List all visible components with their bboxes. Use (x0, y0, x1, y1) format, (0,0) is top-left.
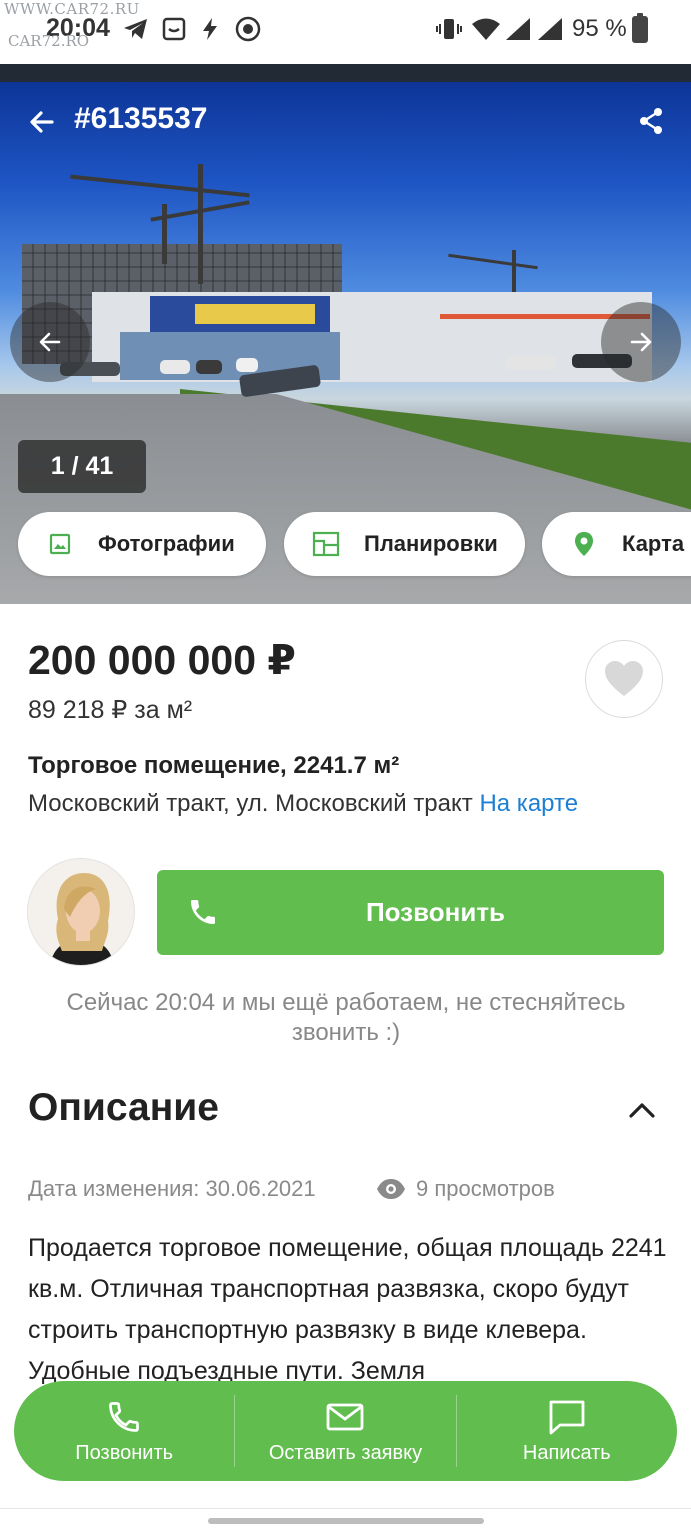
tab-photos-label: Фотографии (98, 531, 235, 556)
floorplan-icon (312, 530, 340, 558)
share-button[interactable] (632, 102, 670, 140)
crane-mast-2 (162, 204, 167, 264)
lion-app-icon (234, 16, 262, 42)
call-button[interactable]: Позвонить (157, 870, 664, 955)
image-icon (46, 530, 74, 558)
crane-jib (70, 174, 250, 198)
working-hours-note: Сейчас 20:04 и мы ещё работаем, не стесн… (66, 989, 626, 1046)
favorite-button[interactable] (585, 640, 663, 718)
back-button[interactable] (24, 104, 60, 140)
bottom-call-label: Позвонить (75, 1441, 174, 1464)
crane-jib-3 (448, 253, 538, 270)
views-count: 9 просмотров (416, 1176, 555, 1201)
telegram-icon (122, 16, 150, 42)
call-button-label: Позвонить (365, 897, 506, 927)
parked-car (160, 360, 190, 374)
top-toolbar: #6135537 (0, 82, 691, 158)
parked-car (196, 360, 222, 374)
home-indicator[interactable] (208, 1518, 484, 1524)
next-photo-button[interactable] (601, 302, 681, 382)
address-line: Московский тракт, ул. Московский тракт Н… (28, 790, 578, 818)
battery-icon (632, 13, 648, 43)
status-bar: 20:04 WWW.CAR72.RU CAR72.RO 95 % (0, 0, 691, 64)
parked-car (236, 358, 258, 372)
chevron-up-icon (629, 1103, 655, 1118)
write-message-label: Написать (522, 1441, 611, 1464)
watermark-top: WWW.CAR72.RU (4, 0, 140, 18)
vibrate-icon (436, 16, 462, 42)
flash-icon (198, 16, 222, 42)
heart-icon (605, 661, 643, 696)
listing-title: Торговое помещение, 2241.7 м² (28, 752, 400, 779)
signal-icon-2 (536, 16, 564, 42)
showroom-banner-sign (195, 304, 315, 324)
on-map-link[interactable]: На карте (479, 790, 578, 817)
listing-id: #6135537 (74, 102, 208, 135)
bottom-divider (0, 1508, 691, 1509)
write-message-button[interactable]: Написать (457, 1381, 677, 1481)
inbox-icon (160, 16, 188, 42)
tab-floorplans[interactable]: Планировки (284, 512, 525, 576)
crane-mast (198, 164, 203, 284)
description-heading: Описание (28, 1086, 219, 1129)
collapse-description-button[interactable] (622, 1092, 662, 1128)
chat-icon (548, 1398, 586, 1436)
phone-icon (105, 1398, 143, 1436)
phone-icon (187, 896, 221, 930)
leave-request-button[interactable]: Оставить заявку (235, 1381, 455, 1481)
wifi-icon (470, 16, 502, 42)
watermark-bottom: CAR72.RO (8, 32, 90, 50)
description-text: Продается торговое помещение, общая площ… (28, 1234, 667, 1385)
parked-car (506, 356, 556, 370)
tab-map[interactable]: Карта (542, 512, 691, 576)
battery-percent: 95 % (572, 15, 627, 42)
photo-counter: 1 / 41 (18, 440, 146, 493)
map-pin-icon (570, 530, 598, 558)
eye-icon (376, 1178, 406, 1202)
tab-floorplans-label: Планировки (364, 531, 498, 556)
toolbar-shade (0, 64, 691, 82)
tab-map-label: Карта (622, 531, 685, 556)
share-icon (640, 108, 662, 134)
date-changed: Дата изменения: 30.06.2021 (28, 1176, 316, 1201)
signal-icon-1 (504, 16, 532, 42)
leave-request-label: Оставить заявку (268, 1441, 423, 1464)
price: 200 000 000 ₽ (28, 637, 296, 683)
chevron-left-icon (39, 332, 61, 352)
mail-icon (326, 1398, 364, 1436)
prev-photo-button[interactable] (10, 302, 90, 382)
arrow-left-icon (30, 111, 54, 133)
chevron-right-icon (630, 332, 652, 352)
price-per-m2: 89 218 ₽ за м² (28, 696, 193, 724)
address-text: Московский тракт, ул. Московский тракт (28, 790, 473, 817)
agent-avatar (27, 858, 135, 966)
photo-gallery[interactable]: #6135537 1 / 41 Фотографии Планировки Ка… (0, 64, 691, 604)
bottom-action-bar: Позвонить Оставить заявку Написать (14, 1381, 677, 1481)
bottom-call-button[interactable]: Позвонить (14, 1381, 234, 1481)
tab-photos[interactable]: Фотографии (18, 512, 266, 576)
